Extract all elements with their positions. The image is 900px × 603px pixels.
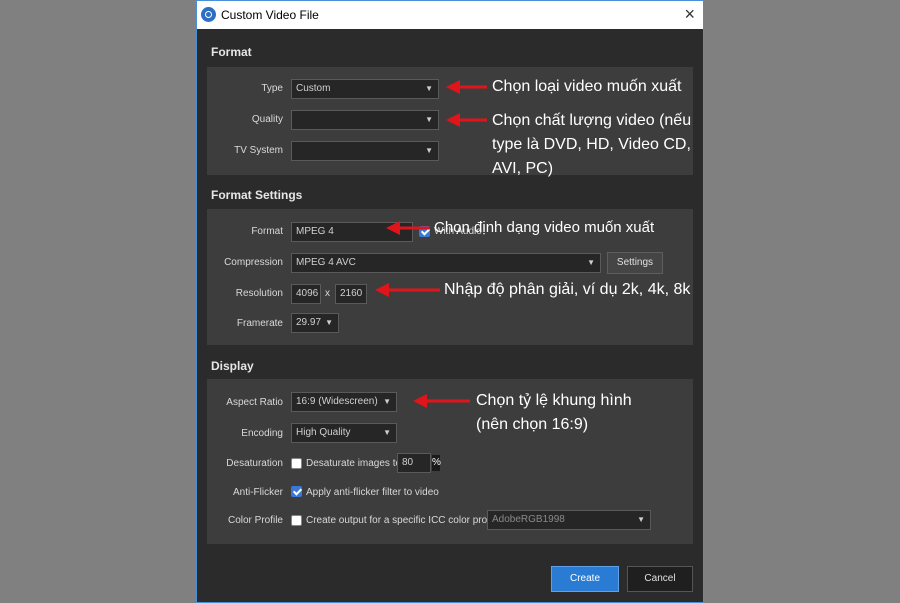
annotation-format: Chọn định dạng video muốn xuất (434, 219, 655, 236)
annotation-quality-line3: AVI, PC) (492, 160, 554, 177)
annotation-aspect-line2: (nên chọn 16:9) (476, 416, 589, 433)
annotation-quality-line2: type là DVD, HD, Video CD, (492, 136, 691, 153)
annotation-resolution: Nhập độ phân giải, ví dụ 2k, 4k, 8k (444, 281, 691, 298)
annotation-type: Chọn loại video muốn xuất (492, 78, 682, 95)
annotation-arrows (375, 80, 487, 408)
annotation-quality-line1: Chọn chất lượng video (nếu (492, 112, 692, 129)
annotation-aspect-line1: Chọn tỷ lệ khung hình (476, 392, 632, 409)
